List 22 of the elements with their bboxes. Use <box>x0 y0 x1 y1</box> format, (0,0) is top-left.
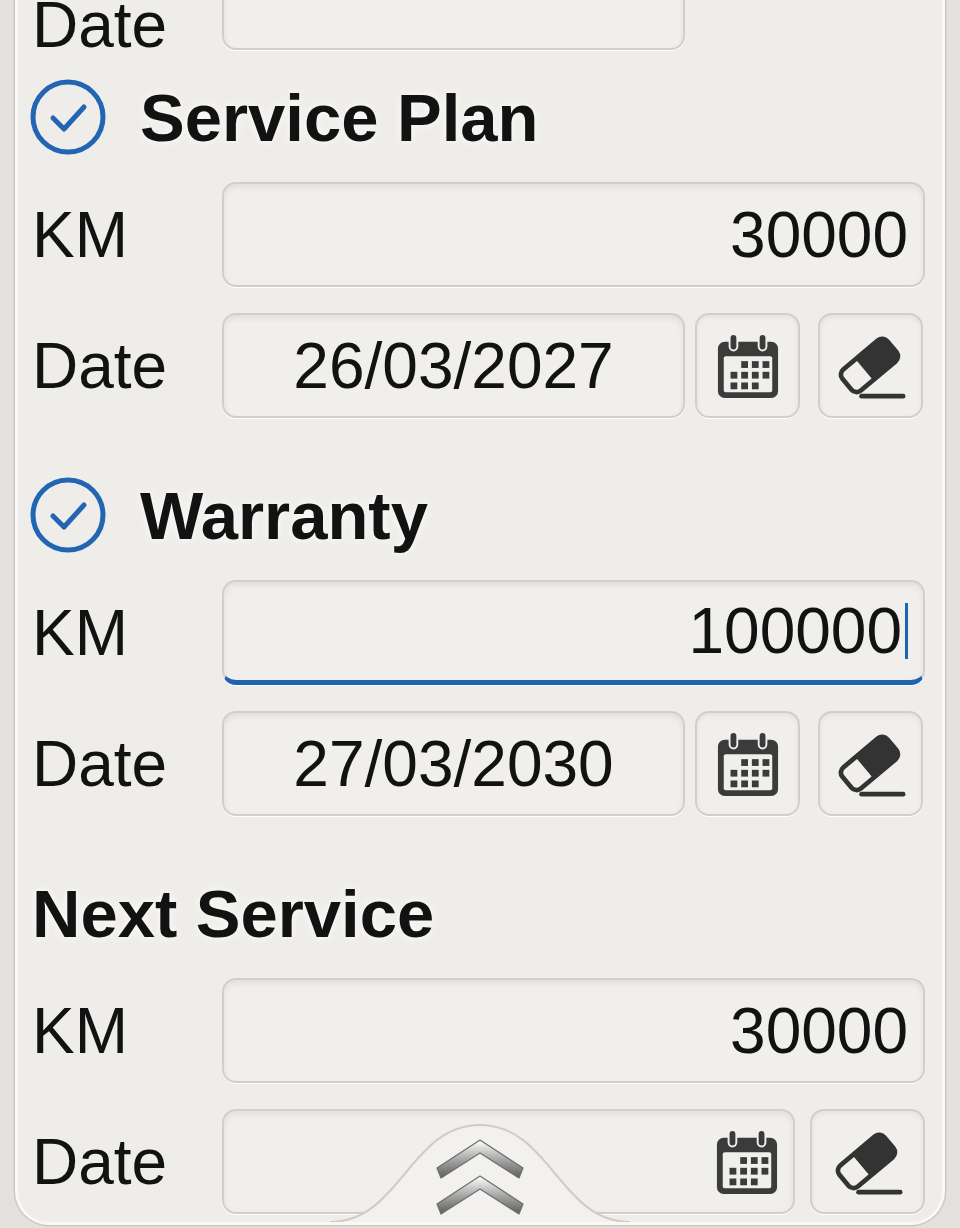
section-title: Service Plan <box>140 83 539 151</box>
field-label: KM <box>32 202 129 267</box>
field-label: Date <box>32 0 169 50</box>
date-field[interactable]: 26/03/2027 <box>222 313 685 418</box>
calendar-button[interactable] <box>695 711 800 816</box>
check-circle-icon[interactable] <box>30 79 106 155</box>
field-label: KM <box>32 600 129 665</box>
field-label: KM <box>32 998 129 1063</box>
field-label: Date <box>32 731 169 796</box>
text-cursor <box>905 603 908 659</box>
check-circle-icon[interactable] <box>30 477 106 553</box>
field-label: Date <box>32 1129 169 1194</box>
date-field[interactable]: 27/03/2030 <box>222 711 685 816</box>
clear-button[interactable] <box>818 711 923 816</box>
section-title: Next Service <box>32 879 435 947</box>
calendar-button[interactable] <box>695 313 800 418</box>
clear-button[interactable] <box>818 313 923 418</box>
field-label: Date <box>32 333 169 398</box>
clear-button[interactable] <box>810 1109 925 1214</box>
km-field[interactable]: 100000 <box>222 580 925 685</box>
km-field[interactable]: 30000 <box>222 182 925 287</box>
km-field[interactable]: 30000 <box>222 978 925 1083</box>
